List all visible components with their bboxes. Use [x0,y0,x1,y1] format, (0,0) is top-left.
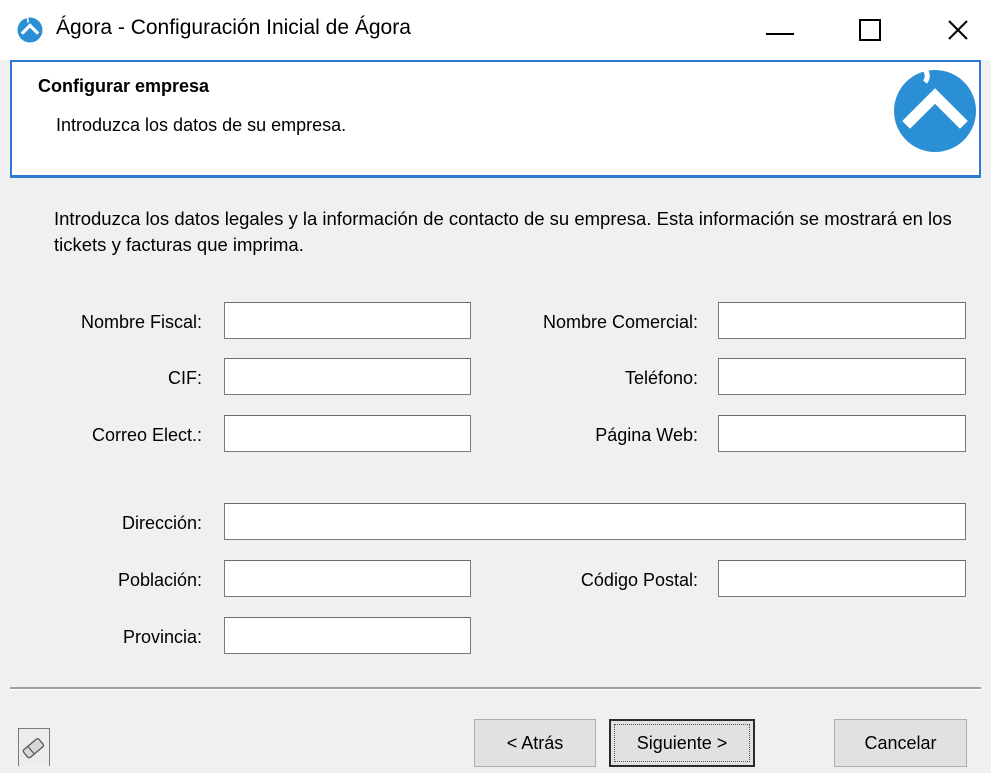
help-button[interactable] [18,728,50,766]
page-title: Configurar empresa [38,76,210,96]
cif-input[interactable] [224,358,471,395]
footer-divider [10,687,981,690]
maximize-icon [859,19,881,41]
nombre-fiscal-label: Nombre Fiscal: [80,312,202,332]
provincia-label: Provincia: [122,627,202,647]
correo-label: Correo Elect.: [91,425,202,445]
agora-logo-icon [17,17,43,43]
telefono-input[interactable] [718,358,966,395]
wizard-header: Configurar empresa Introduzca los datos … [10,60,981,178]
nombre-comercial-input[interactable] [718,302,966,339]
minimize-button[interactable] [750,0,810,60]
provincia-input[interactable] [224,617,471,654]
window-title: Ágora - Configuración Inicial de Ágora [56,16,411,39]
close-icon [948,20,968,40]
nombre-fiscal-input[interactable] [224,302,471,339]
back-button[interactable]: < Atrás [474,719,596,767]
instructions-text: Introduzca los datos legales y la inform… [54,208,952,255]
direccion-input[interactable] [224,503,966,540]
telefono-label: Teléfono: [624,368,698,388]
codigo-postal-label: Código Postal: [580,570,698,590]
direccion-label: Dirección: [121,513,202,533]
next-button[interactable]: Siguiente > [609,719,755,767]
minimize-icon [766,33,794,35]
nombre-comercial-label: Nombre Comercial: [542,312,698,332]
pagina-web-input[interactable] [718,415,966,452]
pagina-web-label: Página Web: [595,425,698,445]
poblacion-label: Población: [117,570,202,590]
focus-rectangle [614,724,750,762]
poblacion-input[interactable] [224,560,471,597]
cif-label: CIF: [168,368,202,388]
page-subtitle: Introduzca los datos de su empresa. [56,115,347,135]
codigo-postal-input[interactable] [718,560,966,597]
correo-input[interactable] [224,415,471,452]
close-button[interactable] [928,0,988,60]
cancel-button[interactable]: Cancelar [834,719,967,767]
maximize-button[interactable] [840,0,900,60]
title-bar: Ágora - Configuración Inicial de Ágora [0,0,991,60]
agora-logo-icon [894,66,976,152]
eraser-icon [22,738,45,759]
